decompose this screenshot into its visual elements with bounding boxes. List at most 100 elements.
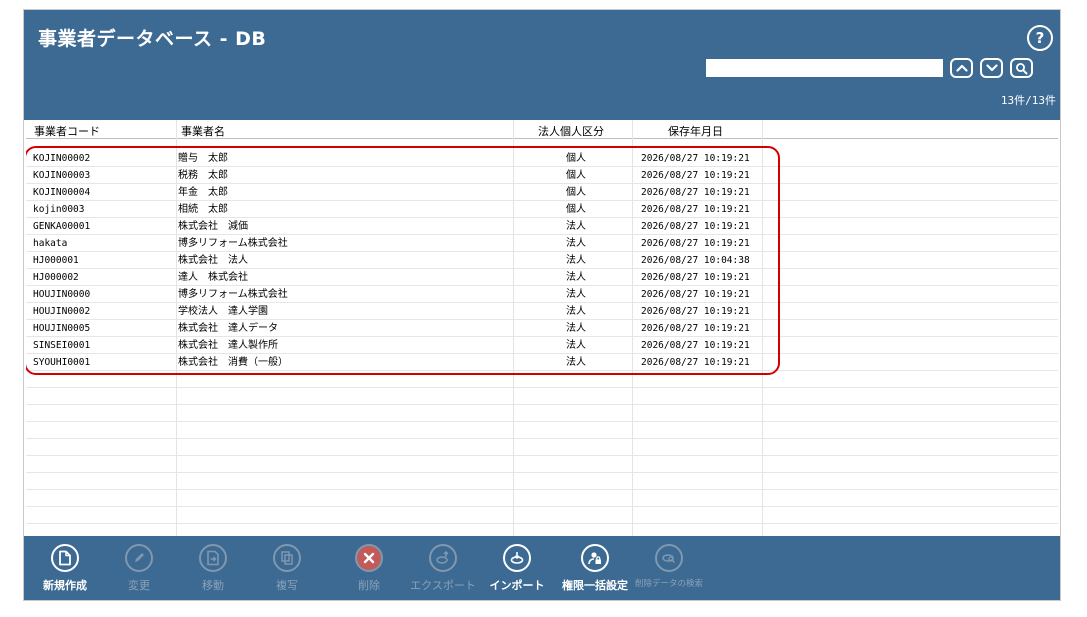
prev-match-button[interactable] (950, 58, 973, 78)
cell-name: 学校法人 達人学園 (178, 306, 268, 317)
table-row[interactable]: KOJIN00002 贈与 太郎 個人 2026/08/27 10:19:21 (26, 150, 1058, 167)
move-button[interactable]: 移動 (176, 542, 250, 596)
cell-type: 法人 (566, 340, 586, 351)
row-divider (26, 234, 1058, 235)
column-header-code[interactable]: 事業者コード (34, 123, 100, 139)
lock-user-icon (581, 544, 609, 572)
copy-button-label: 複写 (276, 579, 298, 592)
edit-button-label: 変更 (128, 579, 150, 592)
search-icon (1016, 62, 1028, 74)
cell-type: 法人 (566, 306, 586, 317)
cell-date: 2026/08/27 10:19:21 (641, 153, 750, 164)
column-header-date[interactable]: 保存年月日 (668, 123, 723, 139)
cell-code: HJ000001 (33, 255, 79, 266)
export-icon (429, 544, 457, 572)
cell-name: 年金 太郎 (178, 187, 228, 198)
search-button[interactable] (1010, 58, 1033, 78)
row-divider (26, 523, 1058, 524)
cell-name: 博多リフォーム株式会社 (178, 289, 288, 300)
help-icon[interactable]: ? (1027, 25, 1053, 51)
row-divider (26, 370, 1058, 371)
row-divider (26, 200, 1058, 201)
cell-code: HOUJIN0000 (33, 289, 91, 300)
row-divider (26, 472, 1058, 473)
pencil-icon (125, 544, 153, 572)
import-button[interactable]: インポート (480, 542, 554, 596)
table-row[interactable]: KOJIN00004 年金 太郎 個人 2026/08/27 10:19:21 (26, 184, 1058, 201)
cell-type: 個人 (566, 204, 586, 215)
import-button-label: インポート (489, 579, 545, 592)
cell-code: SINSEI0001 (33, 340, 91, 351)
row-divider (26, 455, 1058, 456)
table-row[interactable]: hakata 博多リフォーム株式会社 法人 2026/08/27 10:19:21 (26, 235, 1058, 252)
cell-type: 法人 (566, 255, 586, 266)
cell-name: 株式会社 達人データ (178, 323, 278, 334)
row-divider (26, 336, 1058, 337)
cell-code: KOJIN00002 (33, 153, 91, 164)
cell-type: 法人 (566, 272, 586, 283)
cell-type: 個人 (566, 153, 586, 164)
row-divider (26, 166, 1058, 167)
cell-name: 税務 太郎 (178, 170, 228, 181)
header-bar: 事業者データベース - DB ? 13件/13件 (24, 10, 1060, 120)
row-divider (26, 404, 1058, 405)
delete-button-label: 削除 (358, 579, 380, 592)
row-divider (26, 353, 1058, 354)
column-header-name[interactable]: 事業者名 (181, 123, 225, 139)
row-divider (26, 421, 1058, 422)
cell-name: 株式会社 達人製作所 (178, 340, 278, 351)
permissions-button[interactable]: 権限一括設定 (558, 542, 632, 596)
search-deleted-button[interactable]: 削除データの検索 (632, 542, 706, 596)
table-row[interactable]: HJ000001 株式会社 法人 法人 2026/08/27 10:04:38 (26, 252, 1058, 269)
edit-button[interactable]: 変更 (102, 542, 176, 596)
cell-name: 博多リフォーム株式会社 (178, 238, 288, 249)
copy-icon (273, 544, 301, 572)
table-row[interactable]: HOUJIN0002 学校法人 達人学園 法人 2026/08/27 10:19:21 (26, 303, 1058, 320)
cell-date: 2026/08/27 10:04:38 (641, 255, 750, 266)
new-button[interactable]: 新規作成 (28, 542, 102, 596)
table-row[interactable]: kojin0003 相続 太郎 個人 2026/08/27 10:19:21 (26, 201, 1058, 218)
cell-date: 2026/08/27 10:19:21 (641, 340, 750, 351)
cell-code: KOJIN00004 (33, 187, 91, 198)
app-title: 事業者データベース - DB (38, 28, 267, 50)
cell-code: HJ000002 (33, 272, 79, 283)
row-divider (26, 183, 1058, 184)
table-row[interactable]: SYOUHI0001 株式会社 消費（一般） 法人 2026/08/27 10:19:… (26, 354, 1058, 371)
delete-button[interactable]: 削除 (332, 542, 406, 596)
table-row[interactable]: HJ000002 達人 株式会社 法人 2026/08/27 10:19:21 (26, 269, 1058, 286)
row-divider (26, 438, 1058, 439)
next-match-button[interactable] (980, 58, 1003, 78)
table-row[interactable]: HOUJIN0000 博多リフォーム株式会社 法人 2026/08/27 10:19:… (26, 286, 1058, 303)
export-button[interactable]: エクスポート (406, 542, 480, 596)
record-count: 13件/13件 (1000, 94, 1056, 107)
table-row[interactable]: HOUJIN0005 株式会社 達人データ 法人 2026/08/27 10:19:2… (26, 320, 1058, 337)
app-window: 事業者データベース - DB ? 13件/13件 事業者コード 事業者名 法人個… (23, 9, 1061, 601)
cell-name: 株式会社 減価 (178, 221, 248, 232)
chevron-down-icon (985, 64, 998, 72)
column-header-type[interactable]: 法人個人区分 (538, 123, 604, 139)
row-divider (26, 302, 1058, 303)
row-divider (26, 251, 1058, 252)
cell-date: 2026/08/27 10:19:21 (641, 272, 750, 283)
table-row[interactable]: KOJIN00003 税務 太郎 個人 2026/08/27 10:19:21 (26, 167, 1058, 184)
new-button-label: 新規作成 (43, 579, 87, 592)
copy-button[interactable]: 複写 (250, 542, 324, 596)
row-divider (26, 268, 1058, 269)
chevron-up-icon (955, 64, 968, 72)
delete-icon (355, 544, 383, 572)
row-divider (26, 319, 1058, 320)
table-row[interactable]: GENKA00001 株式会社 減価 法人 2026/08/27 10:19:21 (26, 218, 1058, 235)
cell-type: 法人 (566, 323, 586, 334)
cell-name: 株式会社 法人 (178, 255, 248, 266)
cell-type: 法人 (566, 221, 586, 232)
cell-date: 2026/08/27 10:19:21 (641, 357, 750, 368)
cell-code: HOUJIN0005 (33, 323, 91, 334)
search-input[interactable] (706, 59, 943, 77)
header-divider (26, 138, 1058, 139)
table-row[interactable]: SINSEI0001 株式会社 達人製作所 法人 2026/08/27 10:19:2… (26, 337, 1058, 354)
cell-name: 相続 太郎 (178, 204, 228, 215)
row-divider (26, 285, 1058, 286)
cell-date: 2026/08/27 10:19:21 (641, 306, 750, 317)
row-divider (26, 387, 1058, 388)
cell-date: 2026/08/27 10:19:21 (641, 204, 750, 215)
